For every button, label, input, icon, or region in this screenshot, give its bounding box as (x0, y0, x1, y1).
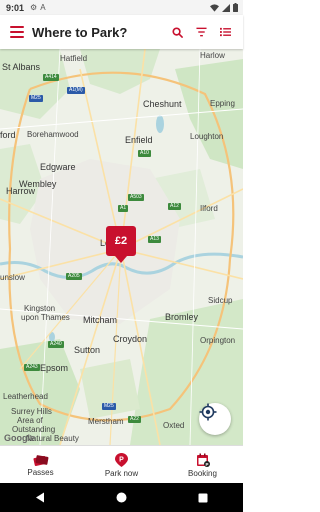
my-location-button[interactable] (199, 403, 231, 435)
map-label-area-of: Area of (17, 416, 43, 425)
map-label-ford: ford (0, 130, 16, 140)
wifi-icon (210, 3, 219, 12)
map-label-croydon: Croydon (113, 334, 148, 344)
list-icon[interactable] (220, 27, 231, 37)
road-label-a10: A10 (138, 150, 151, 157)
google-logo: Google (4, 433, 35, 443)
map-label-orpington: Orpington (200, 336, 236, 345)
nav-passes-label: Passes (27, 467, 54, 477)
map-label-oxted: Oxted (163, 421, 185, 430)
map-label-epsom: Epsom (40, 363, 69, 373)
road-label-a414: A414 (43, 74, 59, 81)
font-icon: A (40, 3, 46, 12)
svg-text:P: P (119, 456, 124, 463)
map-label-surrey-hills: Surrey Hills (11, 407, 52, 416)
page-title: Where to Park? (32, 24, 128, 40)
app-bar: Where to Park? (0, 15, 243, 49)
road-label-a1m: A1(M) (67, 87, 85, 94)
map-view[interactable]: St Albans Hatfield Harlow A414 A1(M) M25… (0, 49, 243, 445)
search-icon[interactable] (172, 26, 183, 38)
menu-icon[interactable] (10, 25, 24, 39)
nav-passes[interactable]: Passes (0, 446, 81, 484)
parking-price-pin[interactable]: £2 (106, 226, 136, 263)
map-label-loughton: Loughton (190, 132, 224, 141)
parking-price-label: £2 (106, 226, 136, 256)
tickets-icon (32, 454, 48, 466)
map-label-borehamwood: Borehamwood (27, 130, 79, 139)
settings-icon: ⚙ (30, 3, 38, 12)
crosshair-icon (199, 403, 217, 421)
signal-icon (222, 3, 230, 12)
nav-park-now[interactable]: P Park now (81, 446, 162, 484)
map-label-st-albans: St Albans (2, 62, 41, 72)
road-label-a12: A12 (168, 203, 181, 210)
map-label-upon-thames: upon Thames (21, 313, 70, 322)
map-label-mitcham: Mitcham (83, 315, 118, 325)
map-label-enfield: Enfield (125, 135, 153, 145)
map-label-bromley: Bromley (165, 312, 199, 322)
road-label-a13: A13 (148, 236, 161, 243)
home-icon[interactable] (116, 492, 127, 503)
parking-pin-icon: P (115, 452, 128, 467)
filter-icon[interactable] (196, 27, 207, 37)
calendar-icon: P (196, 453, 210, 467)
battery-icon (233, 3, 238, 12)
map-label-epping: Epping (210, 99, 235, 108)
map-label-cheshunt: Cheshunt (143, 99, 182, 109)
map-label-harlow: Harlow (200, 51, 225, 60)
map-label-unslow: unslow (0, 273, 25, 282)
svg-text:P: P (205, 461, 208, 466)
map-label-ilford: Ilford (200, 204, 218, 213)
road-label-m25-south: M25 (102, 403, 116, 410)
status-notification-icons: ⚙ A (30, 3, 46, 12)
map-label-hatfield: Hatfield (60, 54, 88, 63)
map-label-sidcup: Sidcup (208, 296, 233, 305)
status-bar: 9:01 ⚙ A (0, 0, 243, 15)
map-label-wembley: Wembley (19, 179, 57, 189)
status-time: 9:01 (6, 2, 25, 13)
road-label-a22: A22 (128, 416, 141, 423)
road-label-a205: A205 (66, 273, 82, 280)
back-icon[interactable] (35, 492, 45, 503)
bottom-nav: Passes P Park now P Booking (0, 445, 243, 484)
nav-booking-label: Booking (188, 468, 217, 478)
nav-booking[interactable]: P Booking (162, 446, 243, 484)
map-label-edgware: Edgware (40, 162, 76, 172)
road-label-a503: A503 (128, 194, 144, 201)
system-nav-bar (0, 483, 243, 512)
status-system-icons (210, 3, 238, 12)
recents-icon[interactable] (198, 493, 208, 503)
road-label-a240: A240 (48, 341, 64, 348)
road-label-a1: A1 (118, 205, 129, 212)
road-label-a243: A243 (24, 364, 40, 371)
map-label-leatherhead: Leatherhead (3, 392, 48, 401)
road-label-m25: M25 (29, 95, 43, 102)
nav-park-now-label: Park now (104, 468, 139, 478)
pin-pointer (115, 256, 127, 263)
map-label-kingston: Kingston (24, 304, 56, 313)
map-label-merstham: Merstham (88, 417, 124, 426)
map-label-sutton: Sutton (74, 345, 101, 355)
app-bar-actions (172, 26, 231, 38)
